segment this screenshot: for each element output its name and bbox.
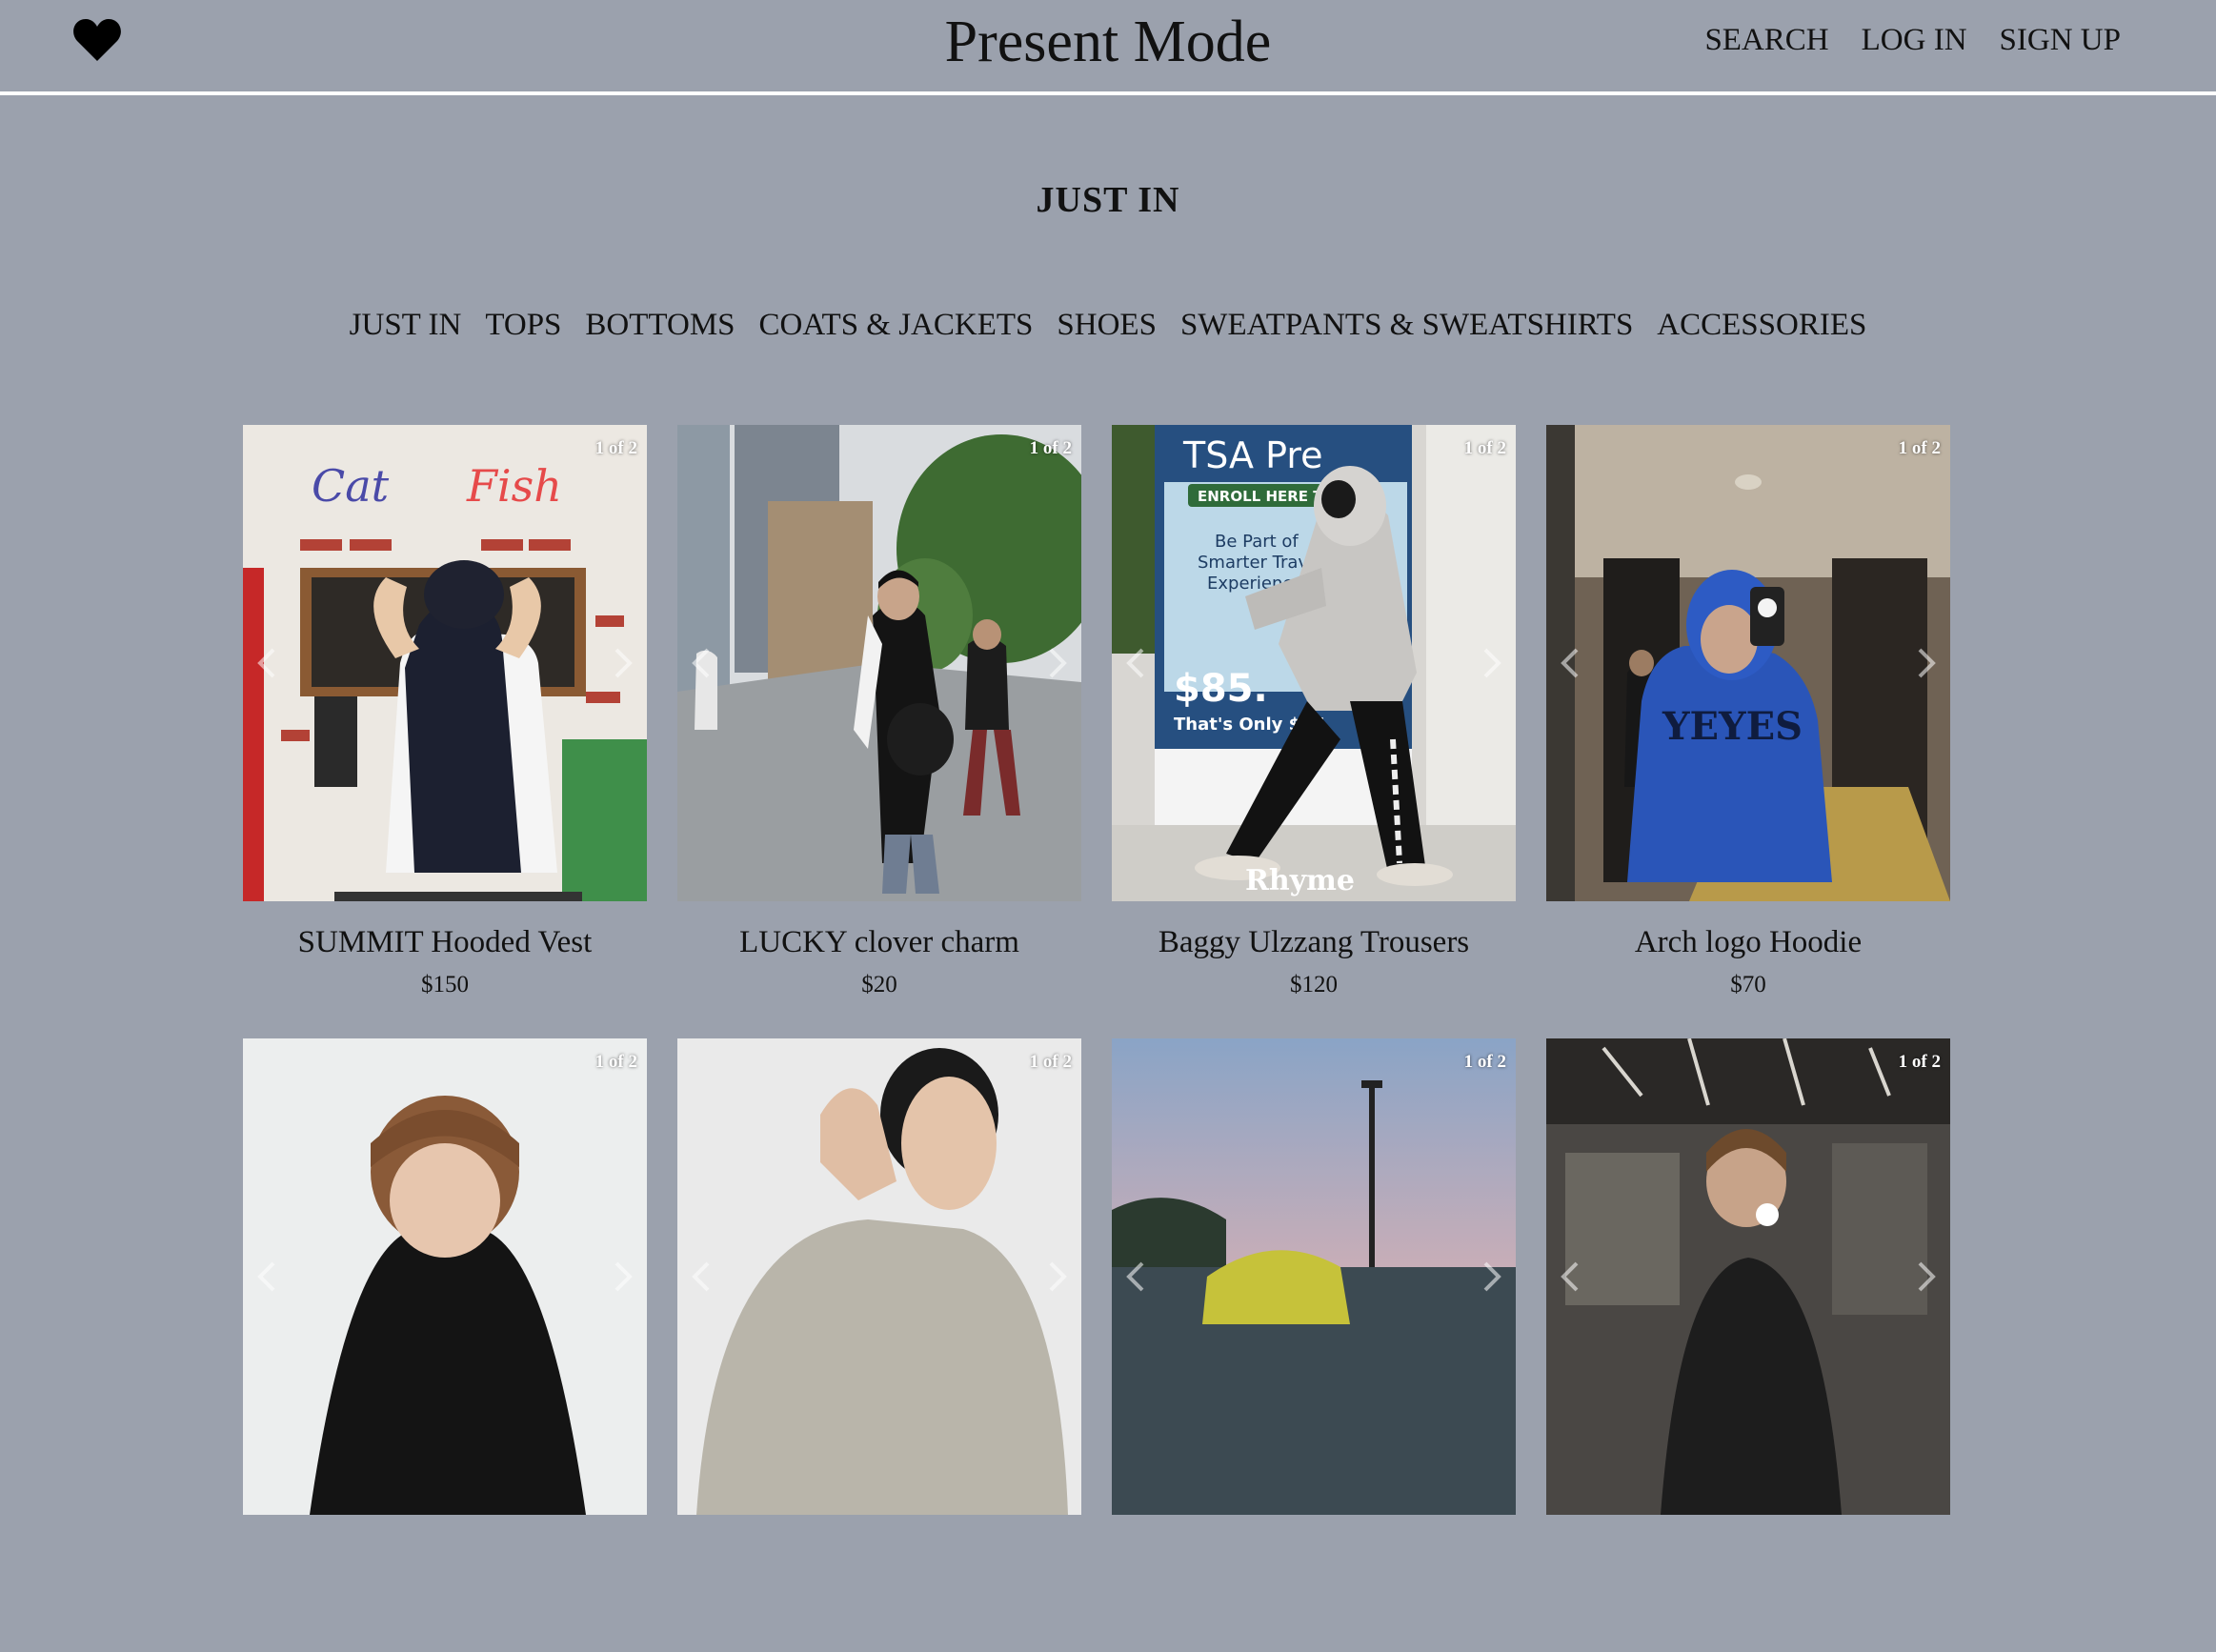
product-image xyxy=(243,1038,647,1515)
product-photo[interactable]: YEYES 1 of 2 xyxy=(1546,425,1950,901)
product-photo[interactable]: Cat Fish 1 of 2 xyxy=(243,425,647,901)
image-counter: 1 of 2 xyxy=(1898,1052,1941,1072)
chevron-right-icon[interactable] xyxy=(1481,646,1502,680)
watermark-text: Rhyme xyxy=(1245,864,1355,897)
product-image xyxy=(1112,1038,1516,1515)
category-bottoms[interactable]: BOTTOMS xyxy=(585,303,735,347)
hoodie-text: YEYES xyxy=(1662,704,1803,749)
product-price: $70 xyxy=(1730,972,1766,997)
product-card[interactable]: TSA Pre ENROLL HERE TODAY Be Part of Sma… xyxy=(1112,425,1516,1038)
site-title[interactable]: Present Mode xyxy=(945,10,1272,74)
product-price: $150 xyxy=(421,972,469,997)
product-name[interactable]: LUCKY clover charm xyxy=(677,922,1081,962)
chevron-left-icon[interactable] xyxy=(1125,1259,1146,1294)
product-photo[interactable]: 1 of 2 xyxy=(243,1038,647,1515)
product-image xyxy=(1546,1038,1950,1515)
banner-title: TSA Pre xyxy=(1182,434,1323,476)
image-counter: 1 of 2 xyxy=(1029,438,1072,458)
section-title: JUST IN xyxy=(1036,180,1180,220)
product-name[interactable]: SUMMIT Hooded Vest xyxy=(243,922,647,962)
site-header: Present Mode SEARCH LOG IN SIGN UP xyxy=(0,0,2216,95)
image-counter: 1 of 2 xyxy=(1898,438,1941,458)
image-counter: 1 of 2 xyxy=(1463,1052,1506,1072)
login-link[interactable]: LOG IN xyxy=(1862,19,1967,61)
chevron-right-icon[interactable] xyxy=(1047,646,1068,680)
image-counter: 1 of 2 xyxy=(594,438,637,458)
product-card[interactable]: 1 of 2 xyxy=(1546,1038,1950,1652)
chevron-left-icon[interactable] xyxy=(1560,1259,1581,1294)
category-tops[interactable]: TOPS xyxy=(485,303,561,347)
product-image: Cat Fish xyxy=(243,425,647,901)
product-card[interactable]: YEYES 1 of 2 Arch logo Hoodie $70 xyxy=(1546,425,1950,1038)
banner-price: $85. xyxy=(1174,667,1268,711)
image-counter: 1 of 2 xyxy=(594,1052,637,1072)
search-link[interactable]: SEARCH xyxy=(1704,19,1828,61)
chevron-right-icon[interactable] xyxy=(613,1259,634,1294)
chevron-left-icon[interactable] xyxy=(1125,646,1146,680)
account-nav: SEARCH LOG IN SIGN UP xyxy=(1704,19,2121,61)
signup-link[interactable]: SIGN UP xyxy=(2000,19,2121,61)
product-image xyxy=(677,1038,1081,1515)
product-photo[interactable]: TSA Pre ENROLL HERE TODAY Be Part of Sma… xyxy=(1112,425,1516,901)
chevron-left-icon[interactable] xyxy=(691,1259,712,1294)
category-just-in[interactable]: JUST IN xyxy=(350,303,462,347)
product-image: YEYES xyxy=(1546,425,1950,901)
product-price: $20 xyxy=(861,972,897,997)
category-nav: JUST IN TOPS BOTTOMS COATS & JACKETS SHO… xyxy=(0,303,2216,347)
product-image: TSA Pre ENROLL HERE TODAY Be Part of Sma… xyxy=(1112,425,1516,901)
banner-line-1: Be Part of xyxy=(1215,532,1299,552)
image-counter: 1 of 2 xyxy=(1029,1052,1072,1072)
chevron-left-icon[interactable] xyxy=(691,646,712,680)
product-name[interactable]: Arch logo Hoodie xyxy=(1546,922,1950,962)
heart-icon[interactable] xyxy=(72,17,122,63)
product-image xyxy=(677,425,1081,901)
category-shoes[interactable]: SHOES xyxy=(1057,303,1157,347)
product-card[interactable]: Cat Fish 1 of 2 SUMMIT Hooded Vest $150 xyxy=(243,425,647,1038)
sign-text-right: Fish xyxy=(466,460,562,512)
chevron-right-icon[interactable] xyxy=(613,646,634,680)
image-counter: 1 of 2 xyxy=(1463,438,1506,458)
product-card[interactable]: 1 of 2 xyxy=(243,1038,647,1652)
chevron-right-icon[interactable] xyxy=(1916,646,1937,680)
product-card[interactable]: 1 of 2 xyxy=(677,1038,1081,1652)
chevron-left-icon[interactable] xyxy=(256,1259,277,1294)
product-name[interactable]: Baggy Ulzzang Trousers xyxy=(1112,922,1516,962)
chevron-right-icon[interactable] xyxy=(1481,1259,1502,1294)
category-sweatpants-sweatshirts[interactable]: SWEATPANTS & SWEATSHIRTS xyxy=(1180,303,1633,347)
product-photo[interactable]: 1 of 2 xyxy=(677,1038,1081,1515)
sign-text-left: Cat xyxy=(312,460,390,512)
product-card[interactable]: 1 of 2 xyxy=(1112,1038,1516,1652)
product-card[interactable]: 1 of 2 LUCKY clover charm $20 xyxy=(677,425,1081,1038)
chevron-left-icon[interactable] xyxy=(1560,646,1581,680)
category-coats-jackets[interactable]: COATS & JACKETS xyxy=(759,303,1034,347)
product-price: $120 xyxy=(1290,972,1338,997)
category-accessories[interactable]: ACCESSORIES xyxy=(1657,303,1866,347)
product-photo[interactable]: 1 of 2 xyxy=(1546,1038,1950,1515)
chevron-right-icon[interactable] xyxy=(1916,1259,1937,1294)
product-photo[interactable]: 1 of 2 xyxy=(1112,1038,1516,1515)
chevron-left-icon[interactable] xyxy=(256,646,277,680)
chevron-right-icon[interactable] xyxy=(1047,1259,1068,1294)
product-grid: Cat Fish 1 of 2 SUMMIT Hooded Vest $150 xyxy=(243,425,1950,1652)
product-photo[interactable]: 1 of 2 xyxy=(677,425,1081,901)
